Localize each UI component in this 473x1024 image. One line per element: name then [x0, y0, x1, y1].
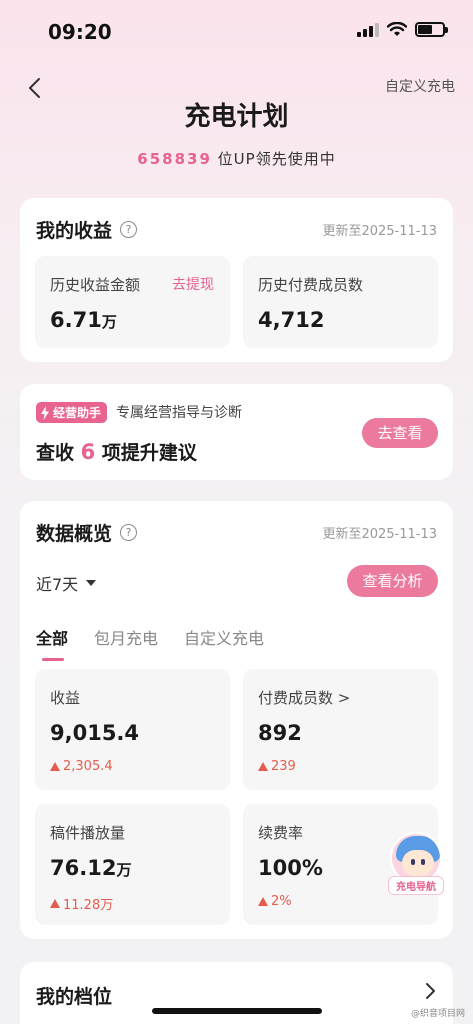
overview-tabs: 全部 包月充电 自定义充电: [36, 625, 264, 661]
total-earnings-label: 历史收益金额: [50, 276, 141, 294]
up-triangle-icon: [50, 762, 60, 771]
paying-members-stat[interactable]: 付费成员数 > 892 239: [243, 669, 438, 790]
paid-members-box: 历史付费成员数 4,712: [243, 256, 438, 348]
overview-update-time: 更新至2025-11-13: [322, 527, 437, 542]
business-assistant-card[interactable]: 经营助手 专属经营指导与诊断 查收 6 项提升建议 去查看: [20, 384, 453, 480]
overview-title: 数据概览 ?: [36, 519, 138, 546]
watermark: @织音项目网: [410, 1009, 465, 1019]
user-count-text: 位UP领先使用中: [211, 150, 336, 168]
renewal-rate-label: 续费率: [258, 824, 304, 842]
revenue-label: 收益: [50, 689, 81, 707]
total-earnings-value: 6.71万: [50, 308, 117, 332]
paid-members-label: 历史付费成员数: [258, 276, 364, 294]
chevron-right-icon: [426, 983, 435, 999]
custom-charge-link[interactable]: 自定义充电: [385, 76, 455, 96]
revenue-delta: 2,305.4: [50, 759, 113, 774]
up-triangle-icon: [258, 897, 268, 906]
wifi-icon: [387, 22, 407, 36]
page-subtitle: 658839 位UP领先使用中: [0, 148, 473, 169]
total-earnings-number: 6.71: [50, 308, 102, 332]
paying-members-delta: 239: [258, 759, 296, 774]
page-title: 充电计划: [184, 102, 289, 132]
renewal-rate-delta: 2%: [258, 894, 292, 909]
tab-monthly-charge[interactable]: 包月充电: [94, 625, 158, 649]
plays-value: 76.12万: [50, 856, 131, 880]
plays-stat[interactable]: 稿件播放量 76.12万 11.28万: [35, 804, 230, 925]
plays-unit: 万: [116, 861, 132, 879]
advice-count: 6: [80, 440, 96, 464]
period-dropdown[interactable]: 近7天: [36, 571, 97, 595]
plays-delta: 11.28万: [50, 894, 113, 913]
tab-all[interactable]: 全部: [36, 625, 68, 661]
earnings-card: 我的收益 ? 更新至2025-11-13 历史收益金额 去提现 6.71万 历史…: [20, 198, 453, 362]
advice-text: 查收 6 项提升建议: [36, 438, 197, 465]
earnings-update-time: 更新至2025-11-13: [322, 224, 437, 239]
up-triangle-icon: [258, 762, 268, 771]
home-indicator: [152, 1008, 322, 1014]
overview-title-text: 数据概览: [36, 523, 113, 545]
advice-suffix: 项提升建议: [101, 442, 197, 464]
status-icons: [357, 22, 448, 37]
revenue-value: 9,015.4: [50, 721, 140, 745]
assistant-badge-text: 经营助手: [53, 406, 102, 420]
view-button[interactable]: 去查看: [362, 418, 438, 448]
paying-members-value: 892: [258, 721, 302, 745]
status-bar: 09:20: [0, 0, 473, 60]
plays-delta-value: 11.28万: [63, 898, 114, 913]
up-triangle-icon: [50, 899, 60, 908]
help-icon[interactable]: ?: [120, 221, 138, 238]
total-earnings-unit: 万: [101, 313, 117, 331]
renewal-rate-delta-value: 2%: [271, 894, 292, 909]
lightning-icon: [41, 405, 49, 420]
caret-down-icon: [86, 580, 97, 586]
status-time: 09:20: [48, 20, 112, 44]
revenue-delta-value: 2,305.4: [63, 759, 113, 774]
total-earnings-box: 历史收益金额 去提现 6.71万: [35, 256, 230, 348]
advice-prefix: 查收: [36, 442, 75, 464]
plays-number: 76.12: [50, 856, 117, 880]
tab-custom-charge[interactable]: 自定义充电: [184, 625, 264, 649]
earnings-title-text: 我的收益: [36, 220, 113, 242]
plays-label: 稿件播放量: [50, 824, 126, 842]
period-label: 近7天: [36, 575, 79, 594]
withdraw-link[interactable]: 去提现: [172, 274, 214, 294]
tier-title: 我的档位: [36, 986, 113, 1008]
paying-members-label: 付费成员数 >: [258, 689, 351, 707]
battery-icon: [415, 22, 448, 37]
renewal-rate-value: 100%: [258, 856, 323, 880]
my-tier-card[interactable]: 我的档位: [20, 962, 453, 1024]
cellular-signal-icon: [357, 22, 379, 37]
help-icon[interactable]: ?: [120, 524, 138, 541]
user-count: 658839: [137, 150, 212, 168]
revenue-stat[interactable]: 收益 9,015.4 2,305.4: [35, 669, 230, 790]
earnings-title: 我的收益 ?: [36, 216, 138, 243]
assistant-label: 充电导航: [388, 876, 444, 895]
paying-members-delta-value: 239: [271, 759, 296, 774]
assistant-description: 专属经营指导与诊断: [116, 405, 242, 421]
assistant-badge: 经营助手: [36, 402, 108, 423]
view-analysis-button[interactable]: 查看分析: [347, 565, 438, 597]
paid-members-value: 4,712: [258, 308, 325, 332]
charge-navigation-assistant[interactable]: 充电导航: [388, 832, 444, 896]
